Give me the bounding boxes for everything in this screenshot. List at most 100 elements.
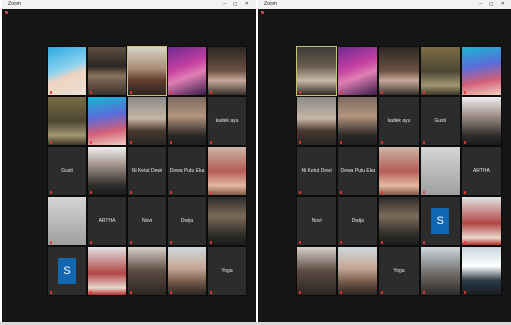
participant-video-tile[interactable] [87, 246, 127, 296]
participant-name-tile[interactable]: kadek ayu [378, 96, 420, 146]
participant-video-tile[interactable] [419, 246, 461, 296]
participant-video-tile[interactable] [419, 146, 461, 196]
participant-video-tile[interactable] [460, 96, 502, 146]
participant-name: kadek ayu [215, 118, 239, 124]
participant-avatar-tile[interactable]: S [47, 246, 87, 296]
participant-name-tile[interactable]: Gusti [419, 96, 461, 146]
participant-video-tile[interactable] [460, 246, 502, 296]
muted-mic-icon [170, 91, 172, 94]
participant-video-tile[interactable] [207, 146, 247, 196]
muted-mic-icon [422, 141, 425, 144]
muted-mic-icon [299, 91, 301, 94]
muted-mic-icon [340, 291, 343, 294]
participant-name-tile[interactable]: Yoga [207, 246, 247, 296]
participant-name: Dewa Putu Eka [340, 168, 376, 174]
muted-mic-icon [50, 241, 52, 244]
muted-mic-icon [299, 191, 301, 194]
participant-name: Dewa Putu Eka [169, 168, 205, 174]
participant-name-tile[interactable]: Ni Ketut Dewi [296, 146, 338, 196]
participant-name: kadek ayu [387, 118, 411, 124]
participant-name: Ni Ketut Dewi [301, 168, 332, 174]
participant-name: Yoga [221, 268, 233, 274]
muted-mic-icon [130, 291, 132, 294]
participant-name: ARTHA [472, 168, 490, 174]
participant-name: ARTHA [98, 218, 116, 224]
participant-video-tile[interactable] [87, 96, 127, 146]
muted-mic-icon [90, 241, 92, 244]
zoom-window-left: Zoom – ◻ ✕ kadek ayu Gusti Ni Ketut Dewi De… [2, 0, 256, 325]
window-titlebar: Zoom – ◻ ✕ [2, 0, 256, 9]
participant-video-tile[interactable] [460, 196, 502, 246]
window-title: Zoom [8, 1, 21, 7]
participant-video-tile[interactable] [207, 46, 247, 96]
participant-name: Yoga [393, 268, 405, 274]
participant-video-tile[interactable] [167, 96, 207, 146]
muted-mic-icon [170, 291, 172, 294]
participant-name-tile[interactable]: ARTHA [87, 196, 127, 246]
participant-video-tile[interactable] [167, 246, 207, 296]
window-titlebar: Zoom – ◻ ✕ [258, 0, 511, 9]
participant-video-tile[interactable] [87, 146, 127, 196]
participant-name: Gusti [61, 168, 73, 174]
participant-video-tile[interactable] [47, 196, 87, 246]
participant-name-tile[interactable]: Novi [127, 196, 167, 246]
participant-video-tile[interactable] [127, 96, 167, 146]
participant-video-tile[interactable] [378, 196, 420, 246]
participant-name-tile[interactable]: ARTHA [460, 146, 502, 196]
participant-name-tile[interactable]: Ni Ketut Dewi [127, 146, 167, 196]
window-controls[interactable]: – ◻ ✕ [479, 0, 508, 9]
muted-mic-icon [463, 141, 466, 144]
muted-mic-icon [381, 291, 384, 294]
participant-avatar-tile[interactable]: S [419, 196, 461, 246]
participant-video-tile[interactable] [47, 96, 87, 146]
participant-name-tile[interactable]: Dewa Putu Eka [167, 146, 207, 196]
muted-mic-icon [210, 241, 212, 244]
avatar: S [58, 258, 76, 284]
muted-mic-icon [210, 291, 212, 294]
muted-mic-icon [463, 191, 466, 194]
participant-name-tile[interactable]: Dwija [167, 196, 207, 246]
participant-video-tile[interactable] [337, 246, 379, 296]
participant-name-tile[interactable]: Dwija [337, 196, 379, 246]
muted-mic-icon [340, 91, 343, 94]
muted-mic-icon [381, 141, 384, 144]
muted-mic-icon [50, 141, 52, 144]
muted-mic-icon [381, 241, 384, 244]
avatar: S [431, 208, 450, 234]
muted-mic-icon [463, 291, 466, 294]
participant-video-tile[interactable] [296, 96, 338, 146]
participant-name-tile[interactable]: Dewa Putu Eka [337, 146, 379, 196]
participant-name-tile[interactable]: Novi [296, 196, 338, 246]
participant-video-tile[interactable] [47, 46, 87, 96]
muted-mic-icon [340, 241, 343, 244]
muted-mic-icon [210, 91, 212, 94]
window-controls[interactable]: – ◻ ✕ [223, 0, 252, 9]
muted-mic-icon [381, 91, 384, 94]
participant-video-tile[interactable] [378, 46, 420, 96]
view-bar [258, 9, 511, 16]
participant-video-tile[interactable] [378, 146, 420, 196]
muted-mic-icon [130, 91, 132, 94]
participant-video-tile[interactable] [87, 46, 127, 96]
security-icon[interactable] [5, 11, 8, 14]
participant-video-tile[interactable] [127, 46, 167, 96]
zoom-window-right: Zoom – ◻ ✕ kadek ayu Gusti Ni Ketut Dewi De… [258, 0, 511, 325]
participant-video-tile[interactable] [296, 246, 338, 296]
participant-gallery: kadek ayu Gusti Ni Ketut Dewi Dewa Putu Eka… [258, 46, 511, 296]
participant-video-tile[interactable] [127, 246, 167, 296]
muted-mic-icon [463, 91, 466, 94]
participant-gallery: kadek ayu Gusti Ni Ketut Dewi Dewa Putu Eka… [2, 46, 256, 296]
participant-name-tile[interactable]: kadek ayu [207, 96, 247, 146]
muted-mic-icon [90, 91, 92, 94]
security-icon[interactable] [261, 11, 264, 14]
participant-video-tile[interactable] [419, 46, 461, 96]
participant-video-tile[interactable] [207, 196, 247, 246]
participant-video-tile[interactable] [337, 96, 379, 146]
participant-name-tile[interactable]: Gusti [47, 146, 87, 196]
participant-name: Gusti [434, 118, 447, 124]
participant-video-tile[interactable] [460, 46, 502, 96]
participant-name-tile[interactable]: Yoga [378, 246, 420, 296]
participant-video-tile[interactable] [167, 46, 207, 96]
participant-video-tile[interactable] [296, 46, 338, 96]
participant-video-tile[interactable] [337, 46, 379, 96]
